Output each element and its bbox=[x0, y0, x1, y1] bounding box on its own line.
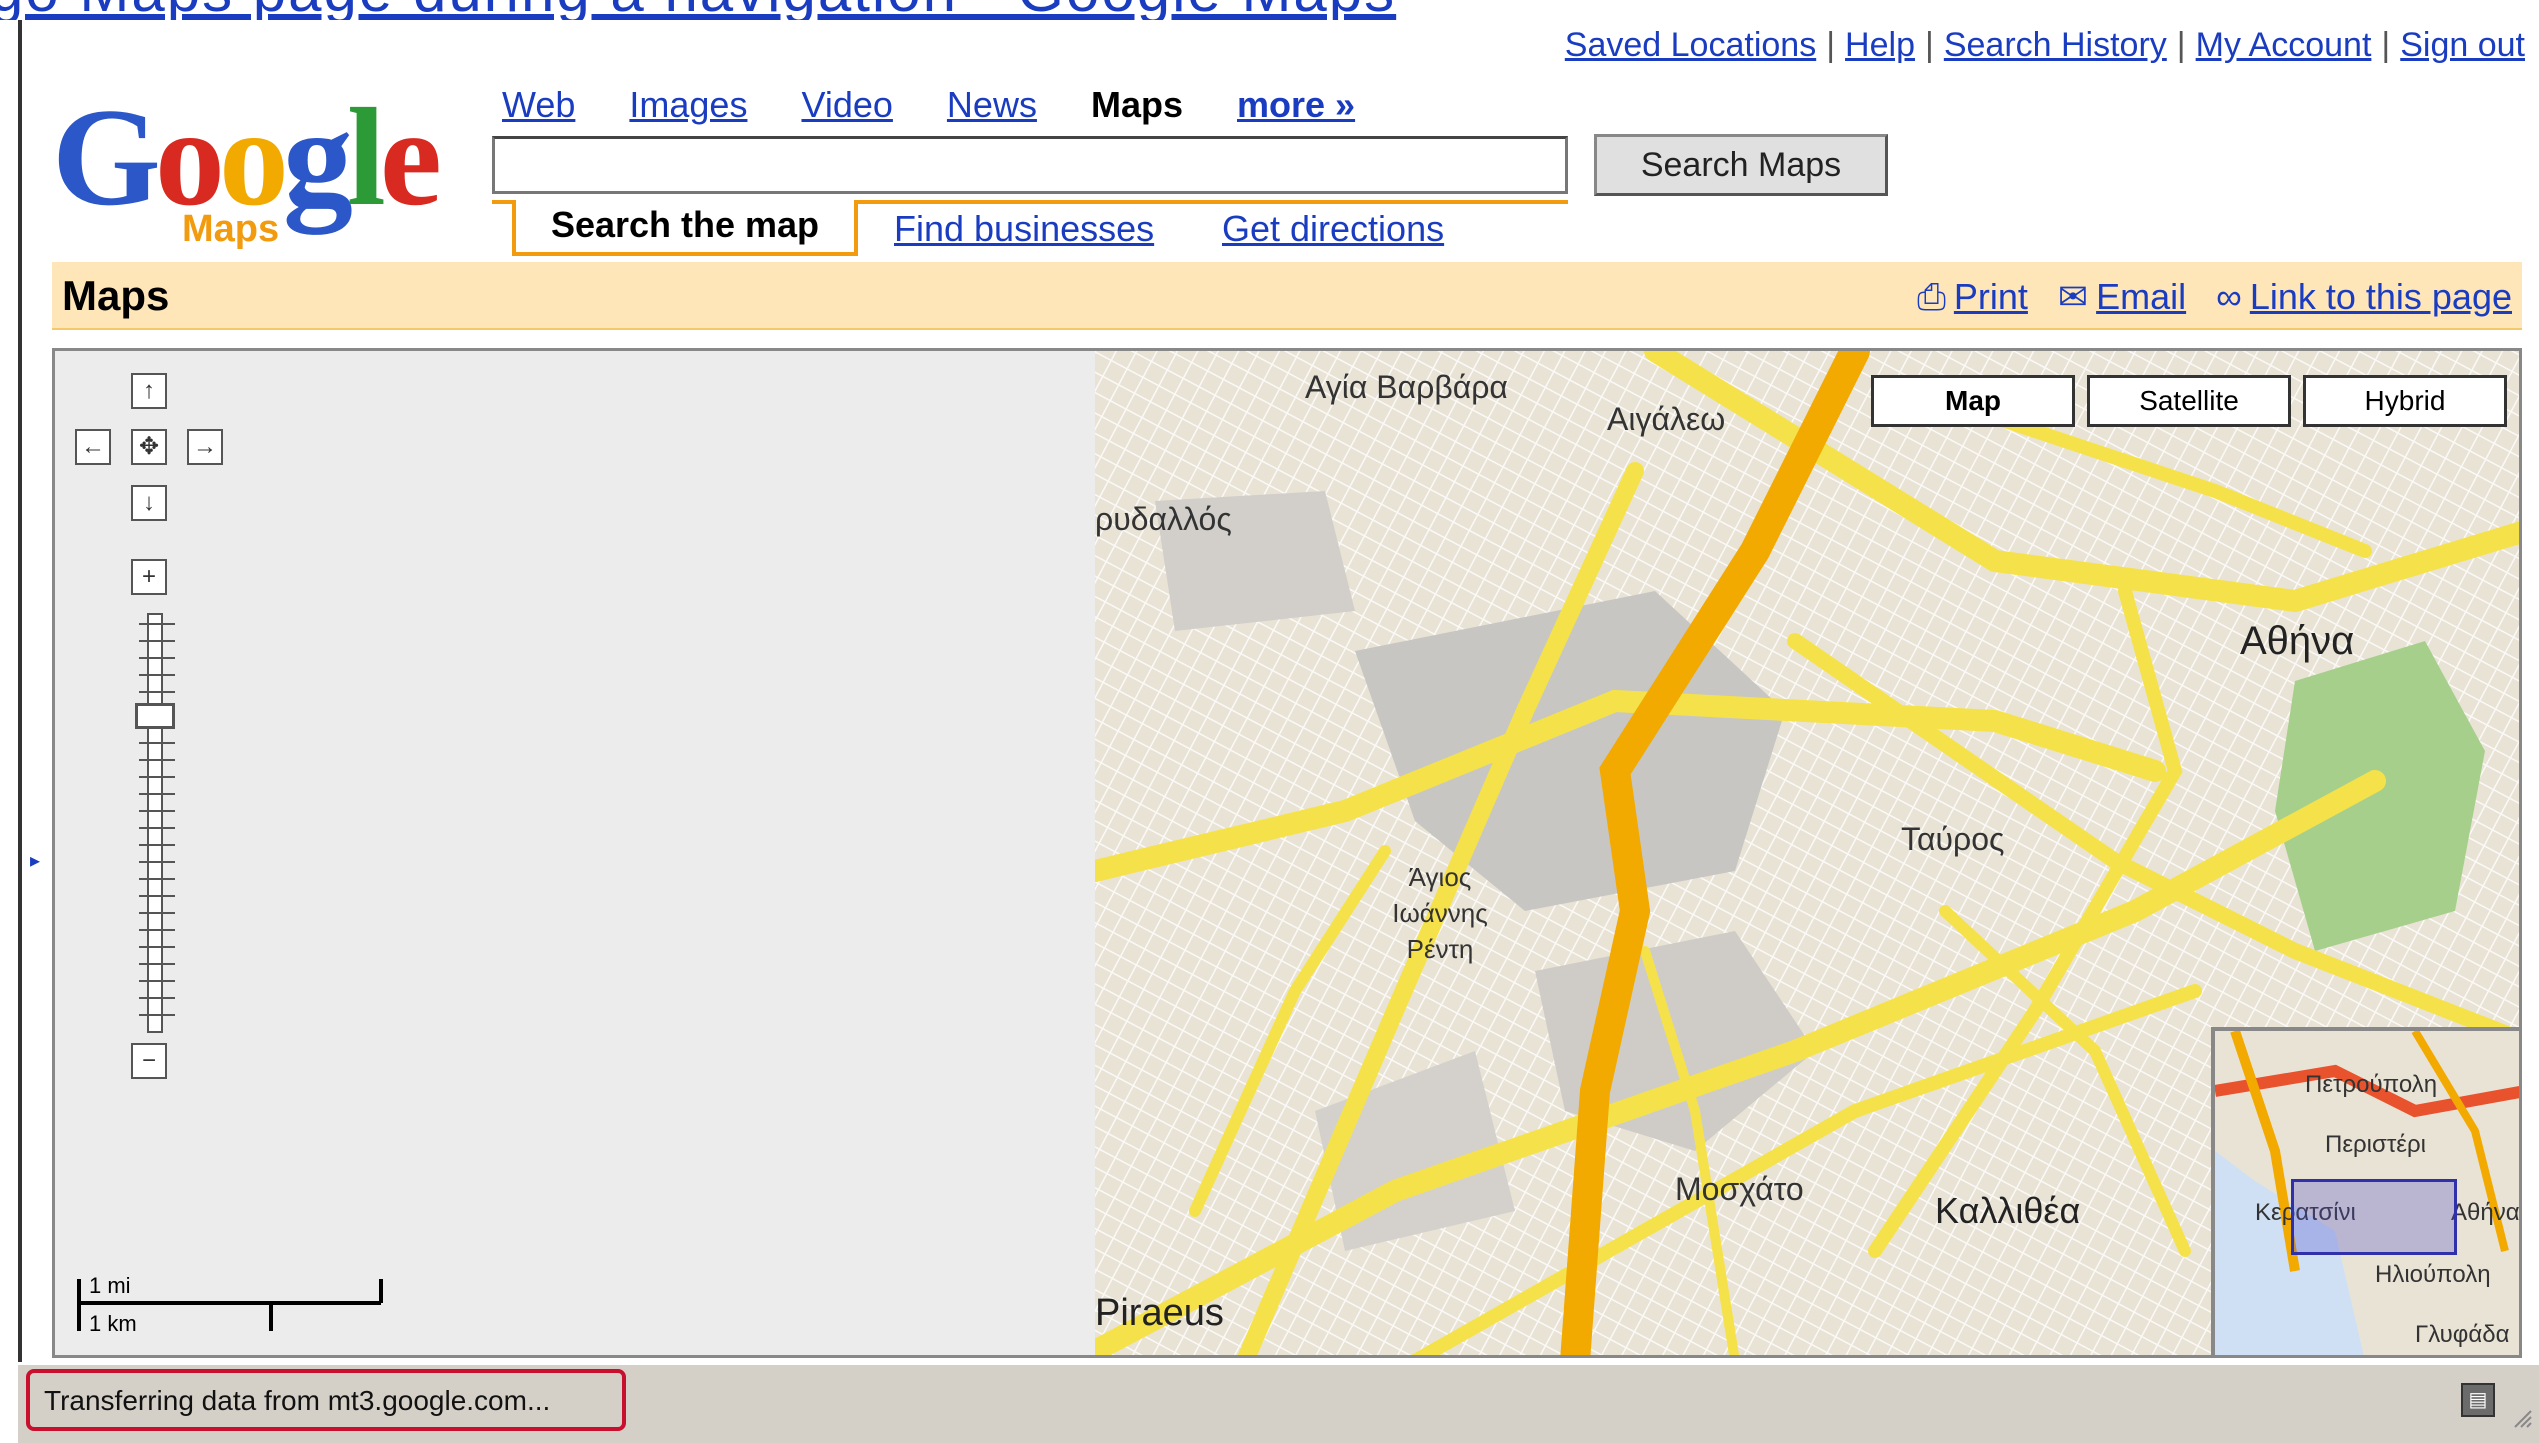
link-icon: ∞ bbox=[2216, 276, 2242, 317]
place-agios-ioannis-renti: Άγιος Ιωάννης Ρέντη bbox=[1392, 862, 1488, 964]
zoom-slider-tick bbox=[139, 895, 175, 897]
map-type-controls: Map Satellite Hybrid bbox=[1859, 375, 2507, 427]
cut-off-caption: go Maps page during a navigation - Googl… bbox=[0, 0, 2539, 20]
zoom-slider-tick bbox=[139, 827, 175, 829]
place-kallithea: Καλλιθέα bbox=[1935, 1190, 2081, 1231]
search-history-link[interactable]: Search History bbox=[1944, 26, 2167, 64]
security-zone-icon: ▤ bbox=[2461, 1383, 2495, 1417]
search-input[interactable] bbox=[492, 136, 1568, 194]
zoom-slider-tick bbox=[139, 759, 175, 761]
account-links: Saved Locations | Help | Search History | My A… bbox=[1564, 26, 2525, 64]
zoom-in-icon[interactable]: + bbox=[131, 559, 167, 595]
nav-news[interactable]: News bbox=[947, 84, 1037, 125]
tab-find-businesses[interactable]: Find businesses bbox=[894, 208, 1154, 250]
overview-athina: Αθήνα bbox=[2451, 1199, 2520, 1226]
nav-maps-current: Maps bbox=[1090, 84, 1183, 125]
overview-petroupoli: Πετρούπολη bbox=[2305, 1071, 2438, 1098]
place-korydallos: ρυδαλλός bbox=[1095, 501, 1232, 537]
zoom-slider-tick bbox=[139, 810, 175, 812]
place-agia-varvara: Αγία Βαρβάρα bbox=[1305, 369, 1508, 405]
place-aigaleo: Αιγάλεω bbox=[1607, 401, 1726, 437]
pan-center-icon[interactable]: ✥ bbox=[131, 429, 167, 465]
print-icon: ⎙ bbox=[1917, 276, 1946, 317]
overview-map[interactable]: Πετρούπολη Περιστέρι Κερατσίνι Αθήνα Ηλι… bbox=[2211, 1027, 2520, 1355]
zoom-slider-thumb[interactable] bbox=[135, 703, 175, 729]
map-type-satellite-button[interactable]: Satellite bbox=[2087, 375, 2291, 427]
zoom-slider-tick bbox=[139, 844, 175, 846]
overview-peristeri: Περιστέρι bbox=[2325, 1131, 2426, 1158]
zoom-slider-tick bbox=[139, 623, 175, 625]
tab-get-directions[interactable]: Get directions bbox=[1222, 208, 1444, 250]
overview-ilioupoli: Ηλιούπολη bbox=[2375, 1261, 2491, 1288]
pan-left-icon[interactable]: ← bbox=[75, 429, 111, 465]
place-tavros: Ταύρος bbox=[1901, 821, 2005, 857]
print-link[interactable]: Print bbox=[1954, 276, 2028, 317]
link-to-page[interactable]: Link to this page bbox=[2250, 276, 2512, 317]
overview-viewport-box[interactable] bbox=[2291, 1179, 2457, 1255]
zoom-slider-tick bbox=[139, 657, 175, 659]
zoom-slider-tick bbox=[139, 878, 175, 880]
resize-grip-icon[interactable] bbox=[2509, 1405, 2533, 1429]
scale-miles: 1 mi bbox=[89, 1273, 131, 1298]
pan-down-icon[interactable]: ↓ bbox=[131, 485, 167, 521]
zoom-slider-tick bbox=[139, 674, 175, 676]
maps-header-bar: Maps ⎙ Print ✉ Email ∞ Link to this page bbox=[52, 262, 2522, 330]
map-tiles[interactable]: Map Satellite Hybrid Αγία Βαρβάρα Αιγάλεω … bbox=[1095, 351, 2520, 1355]
sign-out-link[interactable]: Sign out bbox=[2400, 26, 2525, 64]
status-text: Transferring data from mt3.google.com... bbox=[44, 1385, 551, 1416]
pan-right-icon[interactable]: → bbox=[187, 429, 223, 465]
scale-bar: 1 mi 1 km bbox=[75, 1271, 395, 1351]
zoom-slider-tick bbox=[139, 1014, 175, 1016]
email-link[interactable]: Email bbox=[2096, 276, 2186, 317]
zoom-slider-tick bbox=[139, 912, 175, 914]
zoom-slider-tick bbox=[139, 997, 175, 999]
status-highlight: Transferring data from mt3.google.com... bbox=[26, 1369, 626, 1431]
map-type-hybrid-button[interactable]: Hybrid bbox=[2303, 375, 2507, 427]
zoom-slider-tick bbox=[139, 691, 175, 693]
sidebar-toggle-icon[interactable]: ▸ bbox=[30, 848, 40, 873]
overview-glyfada: Γλυφάδα bbox=[2415, 1321, 2510, 1348]
zoom-slider-tick bbox=[139, 946, 175, 948]
browser-status-bar: Transferring data from mt3.google.com...… bbox=[18, 1362, 2539, 1443]
search-maps-button[interactable]: Search Maps bbox=[1594, 134, 1888, 196]
zoom-slider-tick bbox=[139, 980, 175, 982]
search-nav: Web Images Video News Maps more » bbox=[502, 84, 1399, 126]
nav-images[interactable]: Images bbox=[629, 84, 747, 125]
scale-km: 1 km bbox=[89, 1311, 137, 1336]
zoom-out-icon[interactable]: − bbox=[131, 1043, 167, 1079]
nav-video[interactable]: Video bbox=[801, 84, 892, 125]
map-viewport[interactable]: ↑ ← ✥ → ↓ + − 1 mi 1 km Map Satellite Hy… bbox=[52, 348, 2522, 1358]
zoom-slider-tick bbox=[139, 963, 175, 965]
place-piraeus: Piraeus bbox=[1095, 1292, 1224, 1334]
page-title: Maps bbox=[62, 272, 170, 319]
zoom-slider-tick bbox=[139, 929, 175, 931]
logo-maps-text: Maps bbox=[182, 208, 280, 250]
zoom-slider-tick bbox=[139, 776, 175, 778]
zoom-slider-tick bbox=[139, 793, 175, 795]
saved-locations-link[interactable]: Saved Locations bbox=[1565, 26, 1816, 64]
pan-up-icon[interactable]: ↑ bbox=[131, 373, 167, 409]
help-link[interactable]: Help bbox=[1845, 26, 1915, 64]
map-type-map-button[interactable]: Map bbox=[1871, 375, 2075, 427]
zoom-slider-tick bbox=[139, 861, 175, 863]
google-maps-logo[interactable]: Google Maps bbox=[52, 88, 462, 251]
tab-search-the-map[interactable]: Search the map bbox=[512, 200, 858, 256]
zoom-slider-tick bbox=[139, 742, 175, 744]
zoom-slider[interactable] bbox=[139, 613, 175, 1033]
place-moschato: Μοσχάτο bbox=[1675, 1171, 1804, 1207]
zoom-slider-tick bbox=[139, 640, 175, 642]
nav-more[interactable]: more » bbox=[1237, 84, 1355, 125]
place-athina: Αθήνα bbox=[2240, 619, 2355, 663]
nav-web[interactable]: Web bbox=[502, 84, 575, 125]
my-account-link[interactable]: My Account bbox=[2196, 26, 2372, 64]
email-icon: ✉ bbox=[2057, 276, 2089, 317]
